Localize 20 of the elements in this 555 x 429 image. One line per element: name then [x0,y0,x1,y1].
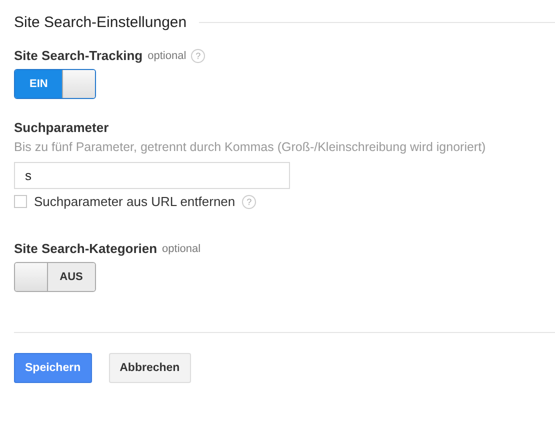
toggle-label: EIN [15,70,62,98]
field-label: Site Search-Kategorien [14,241,158,256]
toggle-knob[interactable] [15,263,48,291]
help-icon[interactable]: ? [242,194,256,208]
toggle-switch[interactable]: AUS [14,262,96,292]
toggle-knob[interactable] [62,70,95,98]
input-field[interactable]: s [14,162,290,189]
optional-note: optional [148,50,186,62]
checkbox-label: Suchparameter aus URL entfernen [34,194,236,209]
toggle-switch[interactable]: EIN [14,69,96,99]
field-label: Suchparameter [14,120,109,135]
cancel-button[interactable]: Abbrechen [108,353,191,383]
optional-note: optional [162,242,201,254]
hint-text: Bis zu fünf Parameter, getrennt durch Kommas (Groß-/Kleinschreibung wird ignoriert) [14,140,487,154]
checkbox[interactable] [14,195,27,208]
help-icon[interactable]: ? [191,48,206,62]
toggle-label: AUS [48,263,95,291]
save-button[interactable]: Speichern [14,353,92,383]
section-title: Site Search-Einstellungen [14,14,187,31]
field-label: Site Search-Tracking [14,48,143,63]
